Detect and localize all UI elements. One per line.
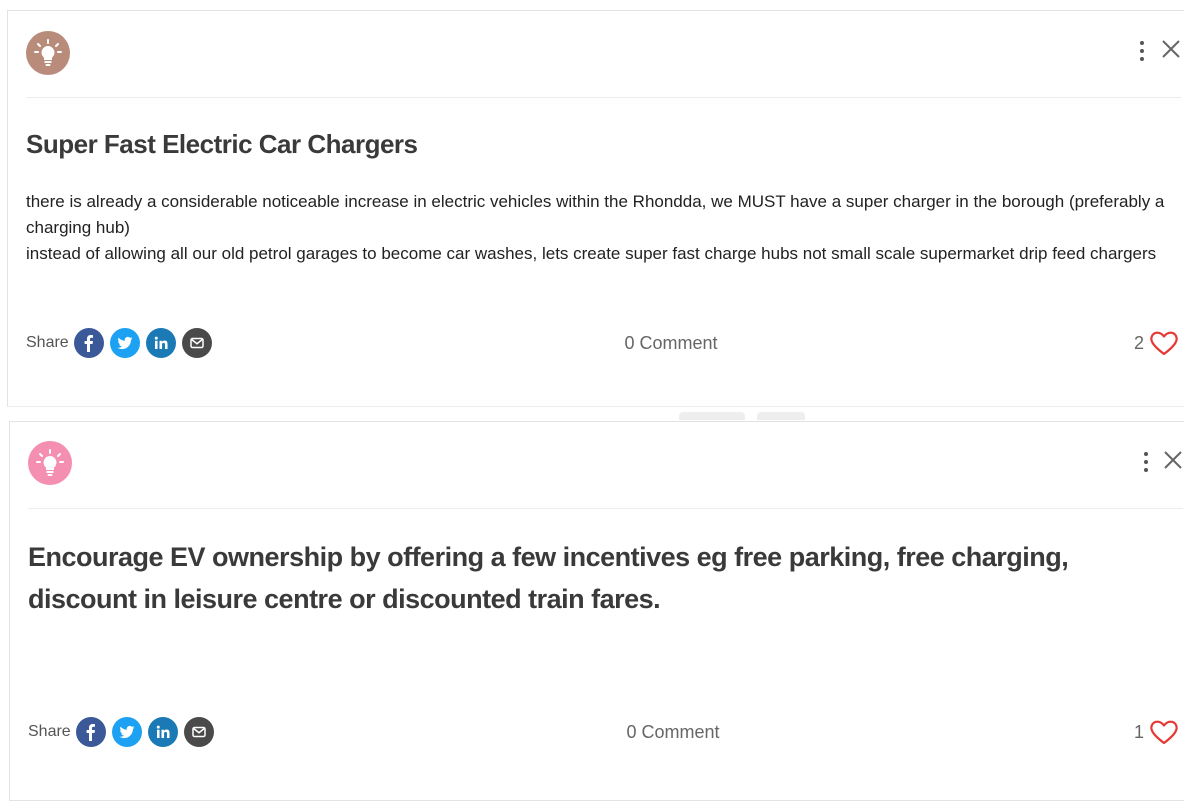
comments-link[interactable]: 0 Comment (573, 722, 773, 743)
like-section: 2 (1134, 329, 1180, 357)
twitter-icon (117, 336, 133, 350)
linkedin-icon (156, 725, 170, 738)
linkedin-share-button[interactable] (147, 717, 178, 747)
post-body: there is already a considerable noticeab… (26, 189, 1184, 267)
facebook-share-button[interactable] (73, 328, 104, 358)
post-body-paragraph: instead of allowing all our old petrol g… (26, 244, 1157, 263)
email-icon (191, 726, 206, 738)
comments-link[interactable]: 0 Comment (571, 333, 771, 354)
more-options-button[interactable] (1139, 450, 1153, 476)
twitter-share-button[interactable] (109, 328, 140, 358)
like-count: 1 (1133, 721, 1144, 742)
post-body-paragraph: there is already a considerable noticeab… (26, 192, 1165, 237)
twitter-icon (119, 725, 135, 739)
heart-icon (1150, 331, 1178, 356)
close-icon (1162, 40, 1180, 58)
header-divider (28, 508, 1183, 509)
header-divider (26, 97, 1181, 98)
close-button[interactable] (1159, 37, 1183, 61)
like-button[interactable] (1148, 718, 1180, 746)
post-title: Super Fast Electric Car Chargers (26, 129, 418, 159)
linkedin-share-button[interactable] (145, 328, 176, 358)
lightbulb-icon (36, 449, 64, 476)
idea-card: Super Fast Electric Car Chargers there i… (7, 10, 1184, 407)
share-label: Share (28, 723, 71, 740)
post-title: Encourage EV ownership by offering a few… (28, 542, 1069, 614)
facebook-share-button[interactable] (75, 717, 106, 747)
avatar (28, 441, 72, 485)
avatar (26, 31, 70, 75)
email-share-button[interactable] (181, 328, 212, 358)
more-options-button[interactable] (1135, 39, 1149, 65)
like-section: 1 (1134, 718, 1180, 746)
linkedin-icon (154, 336, 168, 349)
background-tab (757, 412, 805, 420)
close-icon (1164, 451, 1182, 469)
like-count: 2 (1133, 332, 1144, 353)
share-label: Share (26, 334, 69, 351)
close-button[interactable] (1161, 448, 1184, 472)
email-share-button[interactable] (183, 717, 214, 747)
heart-icon (1150, 720, 1178, 745)
share-row: Share (28, 717, 220, 747)
lightbulb-icon (34, 39, 62, 66)
twitter-share-button[interactable] (111, 717, 142, 747)
facebook-icon (84, 335, 93, 352)
like-button[interactable] (1148, 329, 1180, 357)
facebook-icon (86, 724, 95, 741)
share-row: Share (26, 328, 218, 358)
idea-card: Encourage EV ownership by offering a few… (9, 421, 1184, 801)
email-icon (189, 337, 204, 349)
background-tab (679, 412, 745, 420)
